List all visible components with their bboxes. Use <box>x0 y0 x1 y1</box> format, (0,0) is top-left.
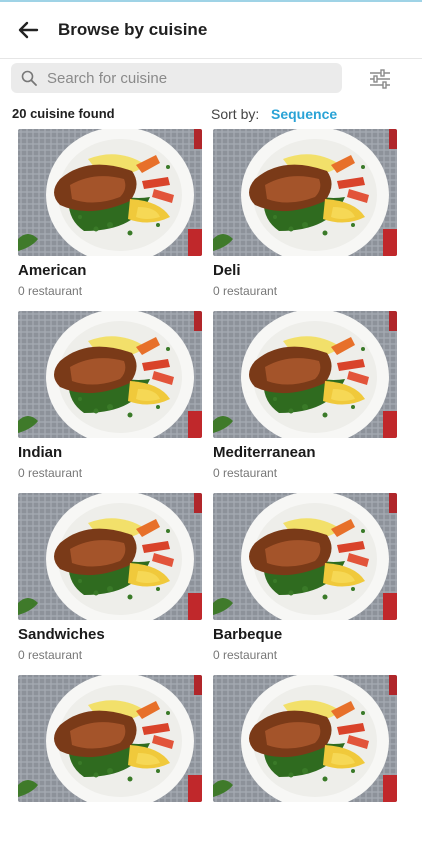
arrow-left-icon <box>18 21 39 39</box>
cuisine-card-american[interactable]: American 0 restaurant <box>18 129 202 309</box>
cuisine-image <box>213 493 397 620</box>
cuisine-image <box>18 311 202 438</box>
cuisine-image <box>213 129 397 256</box>
results-count: 20 cuisine found <box>12 106 115 121</box>
cuisine-restaurant-count: 0 restaurant <box>213 466 278 480</box>
results-meta: 20 cuisine found Sort by: Sequence <box>0 104 422 124</box>
cuisine-restaurant-count: 0 restaurant <box>18 284 83 298</box>
cuisine-card-deli[interactable]: Deli 0 restaurant <box>213 129 397 309</box>
filter-button[interactable] <box>367 67 393 91</box>
cuisine-card-sandwiches[interactable]: Sandwiches 0 restaurant <box>18 493 202 673</box>
cuisine-card-partial[interactable] <box>18 675 202 855</box>
search-icon <box>21 70 37 86</box>
app-header: Browse by cuisine <box>0 2 422 59</box>
search-box[interactable] <box>11 63 342 93</box>
search-row <box>0 63 422 95</box>
cuisine-card-barbeque[interactable]: Barbeque 0 restaurant <box>213 493 397 673</box>
cuisine-image <box>18 129 202 256</box>
cuisine-name: Deli <box>213 262 241 279</box>
cuisine-restaurant-count: 0 restaurant <box>213 648 278 662</box>
filter-sliders-icon <box>370 69 390 89</box>
page-title: Browse by cuisine <box>58 20 208 39</box>
cuisine-name: Indian <box>18 444 63 461</box>
cuisine-restaurant-count: 0 restaurant <box>18 648 83 662</box>
cuisine-name: Barbeque <box>213 626 283 643</box>
cuisine-name: American <box>18 262 87 279</box>
cuisine-name: Sandwiches <box>18 626 105 643</box>
search-input[interactable] <box>45 68 329 88</box>
sort-label: Sort by: <box>211 106 260 122</box>
cuisine-image <box>213 675 397 802</box>
cuisine-card-indian[interactable]: Indian 0 restaurant <box>18 311 202 491</box>
cuisine-image <box>18 675 202 802</box>
cuisine-image <box>213 311 397 438</box>
cuisine-card-mediterranean[interactable]: Mediterranean 0 restaurant <box>213 311 397 491</box>
sort-selector[interactable]: Sequence <box>271 106 337 122</box>
cuisine-restaurant-count: 0 restaurant <box>18 466 83 480</box>
cuisine-restaurant-count: 0 restaurant <box>213 284 278 298</box>
cuisine-name: Mediterranean <box>213 444 316 461</box>
cuisine-image <box>18 493 202 620</box>
cuisine-card-partial[interactable] <box>213 675 397 855</box>
back-button[interactable] <box>14 16 42 44</box>
